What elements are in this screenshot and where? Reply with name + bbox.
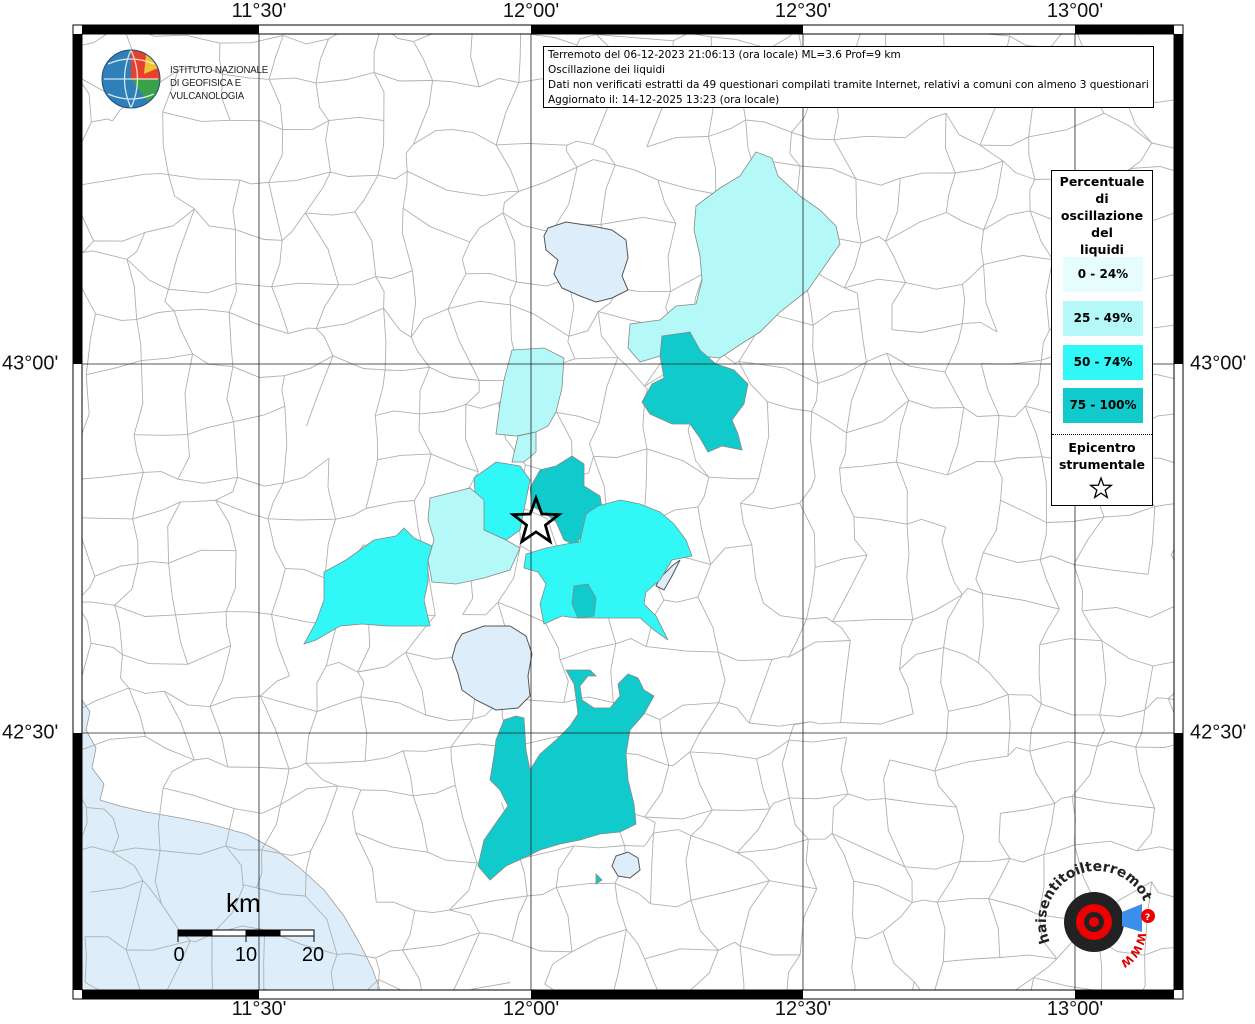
- scale-title: km: [226, 888, 261, 918]
- longitude-tick-label: 11°30': [231, 0, 287, 22]
- legend-title: Percentuale di oscillazione del liquidi: [1059, 174, 1145, 257]
- svg-text:WWW: WWW: [1118, 931, 1148, 969]
- longitude-tick-label: 12°00': [502, 998, 560, 1020]
- legend-item-50-74: 50 - 74%: [1063, 345, 1143, 380]
- latitude-tick-label: 42°30': [1190, 721, 1247, 744]
- scale-label: 0: [173, 944, 185, 966]
- haisentitoilterremoto-logo: haisentitoilterremoto.it ? WWW: [1030, 860, 1155, 970]
- longitude-tick-label: 11°30': [231, 998, 287, 1020]
- latitude-tick-label: 43°00': [2, 352, 59, 375]
- longitude-tick-label: 12°00': [502, 0, 560, 22]
- legend-epicenter-label: Epicentro strumentale: [1058, 440, 1146, 472]
- legend-item-0-24: 0 - 24%: [1063, 257, 1143, 292]
- brand-www: WWW: [1118, 931, 1148, 969]
- scale-label: 10: [234, 944, 258, 966]
- event-info-box: Terremoto del 06-12-2023 21:06:13 (ora l…: [543, 46, 1154, 108]
- ingv-globe-icon: [101, 49, 161, 109]
- legend-item-25-49: 25 - 49%: [1063, 301, 1143, 336]
- scale-label: 20: [301, 944, 325, 966]
- latitude-tick-label: 43°00': [1190, 352, 1247, 375]
- longitude-tick-label: 12°30': [774, 998, 832, 1020]
- event-title: Terremoto del 06-12-2023 21:06:13 (ora l…: [548, 49, 901, 61]
- longitude-tick-label: 13°00': [1046, 0, 1104, 22]
- map-subject: Oscillazione dei liquidi: [548, 64, 666, 76]
- logo-line-2: DI GEOFISICA E VULCANOLOGIA: [170, 77, 245, 102]
- longitude-tick-label: 12°30': [774, 0, 832, 22]
- latitude-tick-label: 42°30': [2, 721, 59, 744]
- legend-separator: [1052, 434, 1152, 435]
- data-note: Dati non verificati estratti da 49 quest…: [548, 79, 1149, 91]
- star-icon: [1089, 476, 1113, 499]
- longitude-tick-label: 13°00': [1046, 998, 1104, 1020]
- update-timestamp: Aggiornato il: 14-12-2025 13:23 (ora loc…: [548, 94, 780, 106]
- ingv-logo: ISTITUTO NAZIONALE DI GEOFISICA E VULCAN…: [100, 48, 320, 110]
- legend-item-75-100: 75 - 100%: [1063, 388, 1143, 423]
- svg-text:?: ?: [1145, 913, 1150, 923]
- legend: Percentuale di oscillazione del liquidi …: [1051, 170, 1153, 506]
- logo-line-1: ISTITUTO NAZIONALE: [170, 64, 268, 76]
